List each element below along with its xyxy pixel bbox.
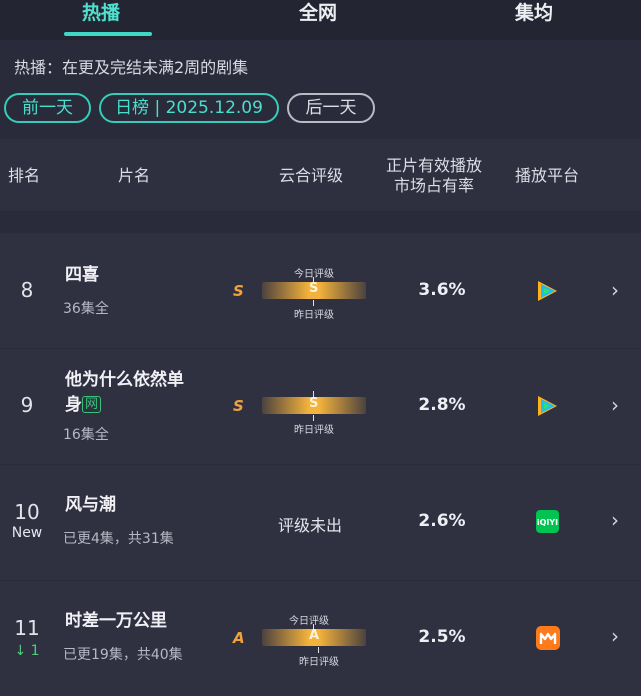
chevron-right-icon[interactable]: › [611,508,619,532]
episode-info: 36集全 [63,301,109,317]
rank-number: 10 [14,500,40,524]
tab-episode-avg[interactable]: 集均 [515,0,553,25]
table-header: 排名 片名 云合评级 正片有效播放 市场占有率 播放平台 [0,139,641,211]
drama-title[interactable]: 四喜 [65,263,205,288]
chevron-right-icon[interactable]: › [611,278,619,302]
rank-change-down: ↓ 1 [14,643,40,659]
rank-number: 11 [14,616,40,640]
market-share: 2.6% [418,511,466,531]
table-row[interactable]: 10 New 风与潮 已更4集，共31集 评级未出 2.6% iQIYI › [0,465,641,580]
column-platform: 播放平台 [515,166,580,185]
tencent-video-icon[interactable] [534,278,560,304]
yesterday-grade-caption: 昨日评级 [294,425,334,436]
active-tab-indicator [64,32,152,36]
tencent-video-icon[interactable] [534,393,560,419]
yesterday-grade-caption: 昨日评级 [294,310,334,321]
column-rank: 排名 [8,166,41,185]
grade-letter: S [233,397,244,415]
table-row[interactable]: 8 四喜 36集全 S 今日评级 S 昨日评级 3.6% › [0,233,641,348]
rank-number: 8 [20,278,34,302]
next-day-button[interactable]: 后一天 [287,93,375,123]
mango-tv-icon[interactable] [536,626,560,650]
grade-mark: A [309,628,320,643]
table-row[interactable]: 9 他为什么依然单 身网 16集全 S S 昨日评级 2.8% › [0,349,641,464]
column-title: 片名 [118,166,151,185]
chevron-right-icon[interactable]: › [611,624,619,648]
tab-hot[interactable]: 热播 [82,0,120,25]
column-rating: 云合评级 [279,166,344,185]
date-selector[interactable]: 日榜 | 2025.12.09 [99,93,279,123]
grade-letter: S [233,282,244,300]
drama-title[interactable]: 风与潮 [65,493,205,518]
today-grade-caption: 今日评级 [289,616,329,627]
episode-info: 16集全 [63,427,109,443]
grade-letter: A [233,629,245,647]
grade-mark: S [309,281,319,296]
episode-info: 已更19集，共40集 [63,647,183,663]
tab-network[interactable]: 全网 [299,0,337,25]
market-share: 3.6% [418,280,466,300]
column-market-share: 正片有效播放 市场占有率 [384,156,484,196]
table-row[interactable]: 11 ↓ 1 时差一万公里 已更19集，共40集 A 今日评级 A 昨日评级 2… [0,581,641,696]
today-grade-caption: 今日评级 [294,269,334,280]
grade-pending-text: 评级未出 [278,516,343,535]
rank-number: 9 [20,393,34,417]
drama-title[interactable]: 他为什么依然单 身网 [65,368,205,418]
new-entry-badge: New [11,525,43,541]
market-share: 2.8% [418,395,466,415]
drama-title-line2: 身 [65,395,82,415]
column-market-share-line1: 正片有效播放 [385,156,482,175]
ranking-description: 热播：在更及完结未满2周的剧集 [14,58,249,77]
yesterday-grade-caption: 昨日评级 [299,657,339,668]
top-tab-bar: 热播 全网 集均 [0,0,641,40]
svg-text:iQIYI: iQIYI [537,518,558,527]
episode-info: 已更4集，共31集 [63,531,174,547]
drama-title-line1: 他为什么依然单 [65,370,184,390]
iqiyi-icon[interactable]: iQIYI [536,510,559,533]
market-share: 2.5% [418,627,466,647]
grade-mark: S [309,396,319,411]
network-drama-badge: 网 [82,396,102,413]
column-market-share-line2: 市场占有率 [393,176,474,195]
prev-day-button[interactable]: 前一天 [4,93,91,123]
drama-title[interactable]: 时差一万公里 [65,609,205,634]
chevron-right-icon[interactable]: › [611,393,619,417]
